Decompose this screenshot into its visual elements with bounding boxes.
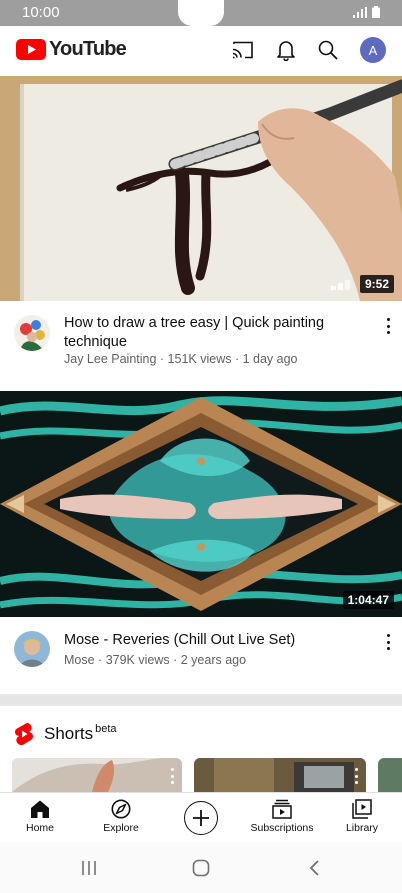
short-thumbnail-image bbox=[378, 758, 402, 792]
shorts-title: Shorts bbox=[44, 724, 94, 743]
shorts-icon bbox=[14, 723, 34, 746]
video-title[interactable]: Mose - Reveries (Chill Out Live Set) bbox=[64, 631, 364, 650]
channel-name[interactable]: Mose bbox=[64, 653, 95, 667]
channel-avatar-image bbox=[14, 315, 50, 351]
youtube-logo[interactable]: YouTube bbox=[16, 38, 127, 61]
camera-notch bbox=[178, 0, 224, 26]
watched-indicator bbox=[331, 280, 350, 290]
library-icon bbox=[352, 799, 372, 819]
system-navigation-bar bbox=[0, 842, 402, 893]
channel-avatar-image bbox=[14, 631, 50, 667]
beta-badge: beta bbox=[95, 723, 117, 735]
video-meta[interactable]: How to draw a tree easy | Quick painting… bbox=[0, 301, 402, 391]
view-count: 379K views bbox=[105, 653, 170, 667]
short-more-icon[interactable] bbox=[168, 768, 176, 784]
system-status-icons bbox=[353, 6, 380, 18]
nav-library-label: Library bbox=[345, 822, 379, 834]
video-thumbnail[interactable]: 1:04:47 bbox=[0, 391, 402, 617]
nav-subscriptions-label: Subscriptions bbox=[250, 822, 314, 834]
search-icon[interactable] bbox=[318, 40, 338, 60]
battery-icon bbox=[372, 6, 380, 18]
nav-library[interactable]: Library bbox=[317, 799, 402, 834]
create-icon bbox=[193, 810, 209, 826]
more-options-icon[interactable] bbox=[384, 634, 392, 650]
video-duration: 9:52 bbox=[359, 275, 394, 293]
account-avatar[interactable]: A bbox=[360, 37, 386, 63]
shorts-header: Shorts beta bbox=[14, 722, 117, 746]
create-button[interactable] bbox=[184, 801, 218, 835]
view-count: 151K views bbox=[167, 352, 232, 366]
back-icon[interactable] bbox=[308, 860, 320, 876]
home-button-icon[interactable] bbox=[192, 859, 210, 877]
bottom-navigation: Home Explore Subscriptions Library bbox=[0, 792, 402, 842]
video-subtitle: Mose · 379K views · 2 years ago bbox=[64, 653, 247, 667]
upload-age: 1 day ago bbox=[242, 352, 298, 366]
nav-explore[interactable]: Explore bbox=[76, 799, 166, 834]
signal-icon bbox=[353, 7, 367, 18]
logo-text: YouTube bbox=[49, 38, 127, 60]
short-thumbnail-image bbox=[194, 758, 366, 792]
upload-age: 2 years ago bbox=[180, 653, 247, 667]
thumbnail-image bbox=[0, 76, 402, 301]
youtube-play-icon bbox=[16, 39, 46, 60]
nav-home-label: Home bbox=[25, 822, 54, 834]
channel-avatar[interactable] bbox=[14, 631, 50, 667]
bell-icon[interactable] bbox=[276, 39, 296, 61]
short-more-icon[interactable] bbox=[352, 768, 360, 784]
section-divider bbox=[0, 694, 402, 706]
video-thumbnail[interactable]: 9:52 bbox=[0, 76, 402, 301]
video-duration: 1:04:47 bbox=[342, 591, 394, 609]
cast-icon[interactable] bbox=[232, 41, 254, 59]
more-options-icon[interactable] bbox=[384, 318, 392, 334]
short-thumbnail[interactable] bbox=[12, 758, 182, 792]
video-title[interactable]: How to draw a tree easy | Quick painting… bbox=[64, 314, 364, 352]
home-icon bbox=[31, 800, 49, 818]
channel-name[interactable]: Jay Lee Painting bbox=[64, 352, 156, 366]
video-meta[interactable]: Mose - Reveries (Chill Out Live Set) Mos… bbox=[0, 617, 402, 694]
thumbnail-image bbox=[0, 391, 402, 617]
subscriptions-icon bbox=[272, 799, 292, 819]
nav-home[interactable]: Home bbox=[0, 799, 85, 834]
channel-avatar[interactable] bbox=[14, 315, 50, 351]
recent-apps-icon[interactable] bbox=[81, 860, 97, 876]
short-thumbnail[interactable] bbox=[194, 758, 366, 792]
nav-subscriptions[interactable]: Subscriptions bbox=[237, 799, 327, 834]
nav-explore-label: Explore bbox=[103, 822, 139, 834]
app-bar: YouTube A bbox=[0, 26, 402, 76]
short-thumbnail-image bbox=[12, 758, 182, 792]
short-thumbnail[interactable] bbox=[378, 758, 402, 792]
video-subtitle: Jay Lee Painting · 151K views · 1 day ag… bbox=[64, 352, 298, 366]
compass-icon bbox=[111, 799, 131, 819]
status-time: 10:00 bbox=[22, 4, 60, 21]
